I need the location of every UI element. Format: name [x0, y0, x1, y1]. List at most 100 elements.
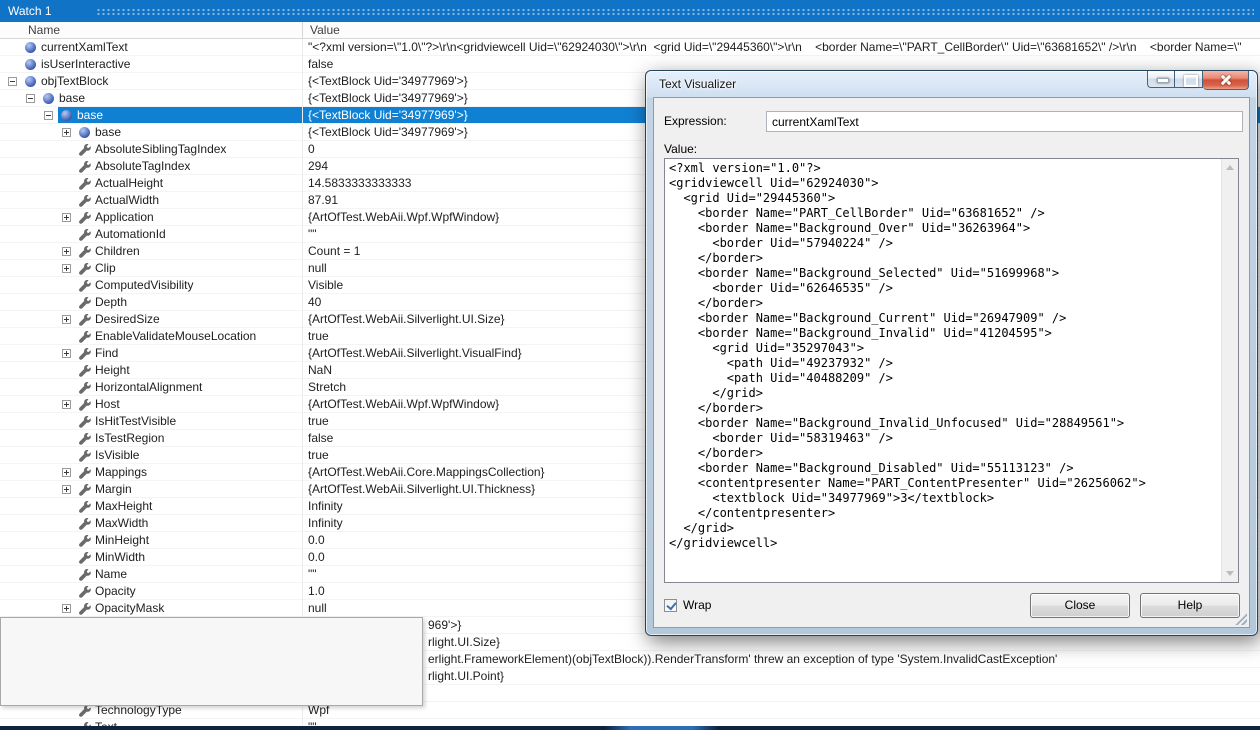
wrench-icon [79, 246, 91, 258]
row-name: AutomationId [95, 227, 166, 241]
expander-icon[interactable] [62, 485, 71, 494]
row-value[interactable]: {ArtOfTest.WebAii.Wpf.WpfWindow} [308, 209, 499, 225]
watch-title: Watch 1 [8, 4, 52, 18]
row-value[interactable]: erlight.FrameworkElement)(objTextBlock))… [428, 651, 1057, 667]
dialog-titlebar[interactable]: Text Visualizer [659, 77, 736, 91]
minimize-button[interactable] [1147, 71, 1175, 88]
close-window-button[interactable] [1203, 71, 1249, 90]
expander-icon[interactable] [62, 468, 71, 477]
row-name: ComputedVisibility [95, 278, 194, 292]
row-name: MaxWidth [95, 516, 149, 530]
row-value[interactable]: 1.0 [308, 583, 325, 599]
row-value[interactable]: 87.91 [308, 192, 338, 208]
row-value[interactable]: false [308, 56, 333, 72]
watch-column-header: Name Value [0, 22, 1260, 39]
row-value[interactable]: rlight.UI.Size} [428, 634, 500, 650]
row-value[interactable]: 40 [308, 294, 321, 310]
expander-icon[interactable] [62, 315, 71, 324]
expander-icon[interactable] [62, 604, 71, 613]
expander-icon[interactable] [62, 128, 71, 137]
row-value[interactable]: "" [308, 226, 317, 242]
scroll-up-arrow-icon[interactable] [1226, 165, 1234, 170]
expander-icon[interactable] [8, 77, 17, 86]
watch-row[interactable]: currentXamlText "<?xml version=\"1.0\"?>… [0, 39, 1260, 56]
row-value[interactable]: {<TextBlock Uid='34977969'>} [308, 124, 468, 140]
row-value[interactable]: {ArtOfTest.WebAii.Silverlight.UI.Thickne… [308, 481, 535, 497]
row-value[interactable]: null [308, 260, 327, 276]
row-value[interactable]: NaN [308, 362, 332, 378]
row-value[interactable]: Infinity [308, 515, 343, 531]
row-value[interactable]: {<TextBlock Uid='34977969'>} [308, 90, 468, 106]
variable-sphere-icon [25, 42, 36, 53]
row-value[interactable]: 0 [308, 141, 315, 157]
vertical-scrollbar[interactable] [1221, 159, 1238, 582]
row-value[interactable]: true [308, 328, 329, 344]
wrench-icon [79, 586, 91, 598]
wrench-icon [79, 263, 91, 275]
wrench-icon [79, 552, 91, 564]
row-value[interactable]: rlight.UI.Point} [428, 668, 504, 684]
wrench-icon [79, 603, 91, 615]
wrap-checkbox[interactable] [664, 599, 677, 612]
expander-icon[interactable] [62, 247, 71, 256]
row-value[interactable]: true [308, 413, 329, 429]
row-value[interactable]: Stretch [308, 379, 346, 395]
value-text-area[interactable]: <?xml version="1.0"?> <gridviewcell Uid=… [664, 158, 1239, 583]
row-value[interactable]: "" [308, 566, 317, 582]
wrench-icon [79, 467, 91, 479]
wrench-icon [79, 297, 91, 309]
empty-datatip [0, 617, 423, 706]
wrench-icon [79, 348, 91, 360]
wrench-icon [79, 501, 91, 513]
maximize-button[interactable] [1175, 71, 1203, 88]
scroll-down-arrow-icon[interactable] [1226, 571, 1234, 576]
row-value[interactable]: {<TextBlock Uid='34977969'>} [308, 107, 468, 123]
variable-sphere-icon [25, 59, 36, 70]
wrench-icon [79, 535, 91, 547]
row-value[interactable]: {ArtOfTest.WebAii.Core.MappingsCollectio… [308, 464, 545, 480]
expander-icon[interactable] [62, 400, 71, 409]
row-value[interactable]: 0.0 [308, 532, 325, 548]
wrench-icon [79, 569, 91, 581]
help-button[interactable]: Help [1140, 593, 1240, 618]
expander-icon[interactable] [62, 264, 71, 273]
row-name: MinWidth [95, 550, 146, 564]
value-label: Value: [664, 142, 698, 156]
column-header-value[interactable]: Value [310, 22, 340, 38]
row-value[interactable]: false [308, 430, 333, 446]
row-value[interactable]: 969'>} [428, 617, 461, 633]
wrap-checkbox-label: Wrap [683, 598, 712, 612]
variable-sphere-icon [43, 93, 54, 104]
row-name: isUserInteractive [41, 57, 131, 71]
row-value[interactable]: {ArtOfTest.WebAii.Silverlight.UI.Size} [308, 311, 505, 327]
dialog-client-area: Expression: Value: <?xml version="1.0"?>… [653, 97, 1250, 628]
row-name: objTextBlock [41, 74, 109, 88]
expander-icon[interactable] [62, 213, 71, 222]
wrench-icon [79, 212, 91, 224]
row-name: IsVisible [95, 448, 140, 462]
expander-icon[interactable] [44, 111, 53, 120]
row-value[interactable]: "<?xml version=\"1.0\"?>\r\n<gridviewcel… [308, 39, 1242, 55]
row-name: AbsoluteSiblingTagIndex [95, 142, 227, 156]
row-value[interactable]: {ArtOfTest.WebAii.Wpf.WpfWindow} [308, 396, 499, 412]
row-name: ActualHeight [95, 176, 164, 190]
row-value[interactable]: {ArtOfTest.WebAii.Silverlight.VisualFind… [308, 345, 522, 361]
watch-window-titlebar[interactable]: Watch 1 [0, 0, 1260, 22]
row-value[interactable]: Visible [308, 277, 343, 293]
row-value[interactable]: true [308, 447, 329, 463]
row-value[interactable]: 294 [308, 158, 328, 174]
row-value[interactable]: Count = 1 [308, 243, 360, 259]
row-value[interactable]: null [308, 600, 327, 616]
row-value[interactable]: Infinity [308, 498, 343, 514]
expander-icon[interactable] [26, 94, 35, 103]
expander-icon[interactable] [62, 349, 71, 358]
column-resize-handle[interactable] [302, 22, 303, 38]
row-name: base [59, 91, 86, 105]
expression-input[interactable] [766, 111, 1243, 132]
column-header-name[interactable]: Name [28, 22, 60, 38]
row-value[interactable]: 0.0 [308, 549, 325, 565]
wrench-icon [79, 518, 91, 530]
row-value[interactable]: 14.5833333333333 [308, 175, 411, 191]
close-button[interactable]: Close [1030, 593, 1130, 618]
row-value[interactable]: {<TextBlock Uid='34977969'>} [308, 73, 468, 89]
